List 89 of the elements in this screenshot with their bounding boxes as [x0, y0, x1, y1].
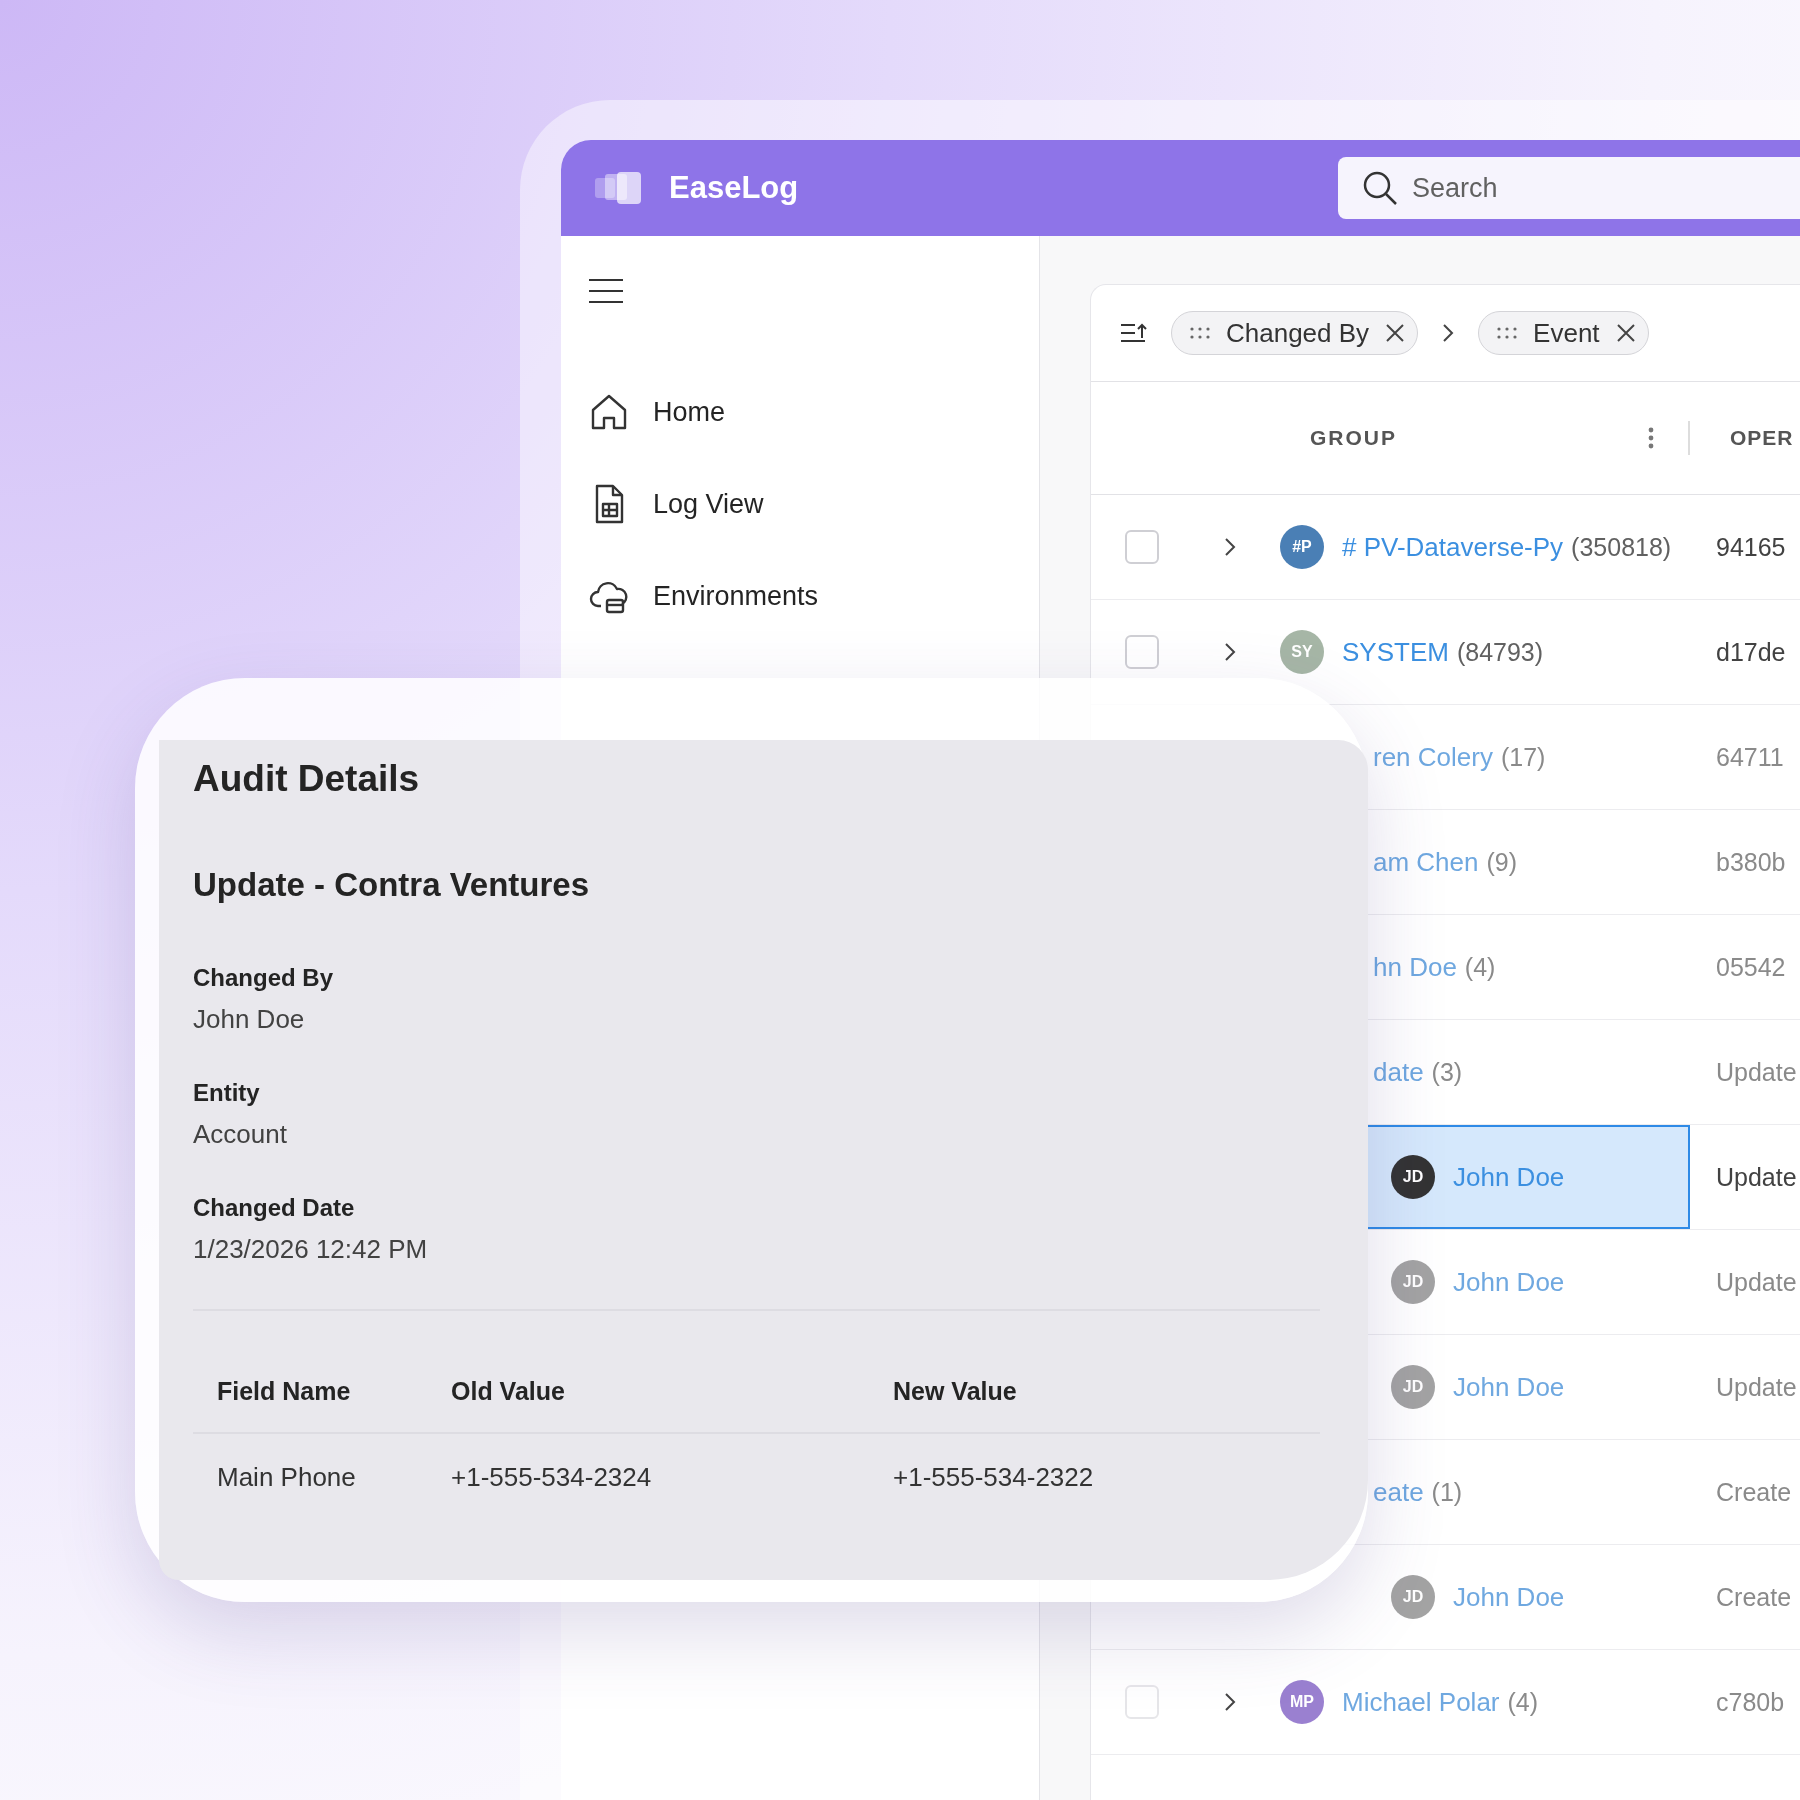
operation-cell-text: Update	[1715, 1372, 1798, 1402]
row-checkbox[interactable]	[1125, 1685, 1159, 1719]
nav-item[interactable]: Home	[589, 366, 1039, 458]
table-cell-text: +1-555-534-2322	[893, 1461, 1095, 1493]
drag-handle-icon[interactable]	[1497, 327, 1518, 339]
home-icon	[589, 392, 629, 432]
column-header: New Value	[893, 1377, 1018, 1407]
avatar: JD	[1391, 1155, 1435, 1199]
row-checkbox[interactable]	[1125, 530, 1159, 564]
user-name-link[interactable]: John Doe	[1453, 1581, 1565, 1613]
column-header: Old Value	[451, 1377, 566, 1407]
operation-cell-text: Update	[1715, 1162, 1798, 1192]
group-name-link[interactable]: date	[1373, 1056, 1424, 1088]
field-label: Changed Date	[193, 1194, 356, 1222]
operation-cell-text: b380b	[1715, 847, 1787, 877]
group-count: (17)	[1500, 742, 1546, 772]
nav-item[interactable]: Environments	[589, 550, 1039, 642]
group-chip[interactable]: Event	[1478, 311, 1649, 355]
operation-cell-text: Create	[1715, 1582, 1793, 1612]
operation-cell-text: 05542	[1715, 952, 1787, 982]
group-name-link[interactable]: am Chen	[1373, 846, 1479, 878]
row-checkbox[interactable]	[1125, 635, 1159, 669]
group-name-link[interactable]: # PV-Dataverse-Py	[1342, 531, 1564, 563]
group-cell[interactable]: JD John Doe	[1091, 1335, 1690, 1439]
chevron-icon	[1224, 537, 1236, 557]
group-count: (4)	[1464, 952, 1496, 982]
search-box[interactable]: Search	[1338, 157, 1800, 219]
group-count: (350818)	[1571, 532, 1672, 562]
operation-cell-text: 94165	[1715, 532, 1787, 562]
operation-cell-text: c780b	[1715, 1687, 1786, 1717]
operation-cell-text: d17de	[1715, 637, 1787, 667]
avatar: JD	[1391, 1575, 1435, 1619]
group-count: (4)	[1507, 1687, 1539, 1717]
column-header[interactable]: OPER	[1690, 426, 1800, 450]
group-name-link[interactable]: ren Colery	[1373, 741, 1493, 773]
avatar: #P	[1280, 525, 1324, 569]
group-name-link[interactable]: Michael Polar	[1342, 1686, 1500, 1718]
group-count: (9)	[1486, 847, 1518, 877]
table-cell-text: +1-555-534-2324	[451, 1461, 653, 1493]
expand-button[interactable]	[1224, 1692, 1236, 1712]
operation-cell-text: Update	[1715, 1267, 1798, 1297]
group-by-icon[interactable]	[1121, 322, 1147, 344]
remove-button[interactable]	[1615, 323, 1636, 343]
group-count: (3)	[1431, 1057, 1463, 1087]
column-header[interactable]: GROUP	[1310, 426, 1397, 450]
expand-button[interactable]	[1224, 642, 1236, 662]
group-count: (84793)	[1456, 637, 1544, 667]
field-value: John Doe	[193, 1004, 306, 1035]
group-cell[interactable]: JD John Doe	[1091, 1230, 1690, 1334]
field-label: Entity	[193, 1079, 261, 1107]
chevron-icon	[1224, 642, 1236, 662]
operation-cell-text: Update	[1715, 1057, 1798, 1087]
group-name-link[interactable]: eate	[1373, 1476, 1424, 1508]
avatar: JD	[1391, 1365, 1435, 1409]
close-icon	[1385, 323, 1406, 343]
operation-cell-text: 64711	[1715, 742, 1785, 772]
nav-item[interactable]: Log View	[589, 458, 1039, 550]
search-field[interactable]: Search	[1410, 171, 1714, 205]
chevron-icon	[1442, 323, 1455, 343]
remove-button[interactable]	[1385, 323, 1406, 343]
field-label: Changed By	[193, 964, 334, 992]
dialog-title: Audit Details	[193, 758, 421, 800]
avatar: MP	[1280, 1680, 1324, 1724]
chip-label: Event	[1533, 317, 1600, 349]
user-name-link[interactable]: John Doe	[1453, 1266, 1565, 1298]
field-value: 1/23/2026 12:42 PM	[193, 1234, 429, 1265]
user-name-link[interactable]: John Doe	[1453, 1161, 1565, 1193]
group-count: (1)	[1431, 1477, 1463, 1507]
group-chip[interactable]: Changed By	[1171, 311, 1419, 355]
group-name-link[interactable]: SYSTEM	[1342, 636, 1449, 668]
table-cell-text: Main Phone	[217, 1461, 357, 1493]
menu-icon[interactable]	[589, 278, 623, 304]
chip-label: Changed By	[1226, 317, 1370, 349]
expand-button[interactable]	[1224, 537, 1236, 557]
avatar: SY	[1280, 630, 1324, 674]
column-header: Field Name	[217, 1377, 352, 1407]
close-icon	[1615, 323, 1636, 343]
user-name-link[interactable]: John Doe	[1453, 1371, 1565, 1403]
search-icon	[1362, 170, 1398, 206]
field-value: Account	[193, 1119, 288, 1150]
chevron-icon	[1224, 1692, 1236, 1712]
operation-cell-text: Create	[1715, 1477, 1793, 1507]
group-cell[interactable]: JD John Doe	[1091, 1545, 1690, 1649]
drag-handle-icon[interactable]	[1190, 327, 1210, 339]
avatar: JD	[1391, 1260, 1435, 1304]
app-name: EaseLog	[669, 170, 800, 206]
group-name-link[interactable]: hn Doe	[1373, 951, 1457, 983]
more-icon[interactable]	[1648, 427, 1654, 449]
dialog-subtitle: Update - Contra Ventures	[193, 866, 591, 904]
